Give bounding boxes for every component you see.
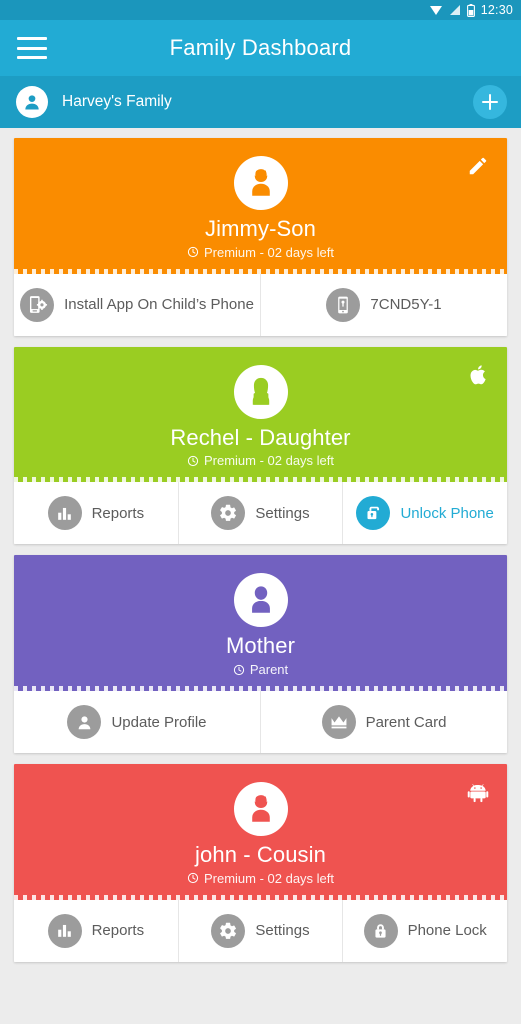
person-icon — [78, 715, 91, 729]
member-name: Jimmy-Son — [205, 216, 316, 241]
status-time: 12:30 — [480, 3, 513, 17]
gear-icon — [220, 922, 237, 939]
avatar — [233, 573, 288, 628]
gear-icon — [220, 505, 237, 522]
person-icon — [67, 705, 102, 740]
family-bar: Harvey's Family — [0, 76, 521, 128]
signal-icon — [449, 5, 460, 15]
action-label: Unlock Phone — [400, 504, 494, 522]
boy-avatar-icon — [251, 795, 270, 822]
member-name: Rechel - Daughter — [170, 424, 351, 450]
gear-icon — [211, 496, 246, 531]
action-button[interactable]: Parent Card — [261, 691, 507, 753]
edit-pencil-icon[interactable] — [465, 152, 491, 180]
status-badge: Premium - 02 days left — [187, 871, 334, 886]
apple-logo-icon — [470, 365, 486, 385]
android-robot-icon — [467, 784, 489, 803]
bar-chart-icon — [47, 913, 82, 948]
action-label: 7CND5Y-1 — [370, 296, 442, 314]
boy-avatar-icon — [251, 169, 270, 196]
clock-icon — [187, 873, 199, 884]
member-name: john - Cousin — [195, 842, 326, 868]
battery-icon — [466, 3, 475, 17]
bar-chart-icon — [58, 925, 71, 938]
page-title: Family Dashboard — [169, 35, 352, 60]
member-card-header: Jimmy-Son Premium - 02 days left — [14, 138, 507, 274]
phone-setup-icon — [29, 296, 47, 314]
action-label: Settings — [255, 504, 310, 522]
action-button[interactable]: Settings — [179, 482, 344, 545]
status-text: Premium - 02 days left — [203, 453, 335, 469]
action-label: Reports — [91, 922, 145, 940]
member-card[interactable]: Rechel - Daughter Premium - 02 days left… — [14, 346, 507, 545]
phone-setup-icon — [20, 287, 55, 322]
member-card-actions: Install App On Child’s Phone 7CND5Y-1 — [14, 273, 507, 336]
avatar — [233, 364, 288, 419]
status-text: Parent — [249, 662, 289, 678]
action-label: Install App On Child’s Phone — [64, 296, 254, 314]
member-card[interactable]: john - Cousin Premium - 02 days left Rep… — [14, 764, 507, 962]
member-card-actions: Update Profile Parent Card — [14, 691, 507, 754]
family-name: Harvey's Family — [62, 93, 172, 110]
action-button[interactable]: 7CND5Y-1 — [261, 274, 507, 336]
member-card[interactable]: Mother Parent Update Profile Parent Card — [14, 555, 507, 754]
clock-icon — [187, 247, 199, 258]
bar-chart-icon — [47, 496, 82, 531]
android-robot-icon — [465, 778, 491, 806]
action-label: Settings — [255, 922, 310, 940]
member-card-header: Rechel - Daughter Premium - 02 days left — [14, 346, 507, 483]
action-button[interactable]: Reports — [14, 899, 179, 962]
avatar — [233, 782, 288, 837]
action-button[interactable]: Update Profile — [14, 691, 261, 754]
action-button[interactable]: Install App On Child’s Phone — [14, 273, 261, 336]
add-member-button[interactable] — [473, 85, 507, 119]
action-label: Reports — [91, 504, 145, 522]
person-avatar-icon — [16, 86, 48, 118]
status-bar: 12:30 — [0, 0, 521, 20]
action-button[interactable]: Reports — [14, 482, 179, 545]
status-badge: Premium - 02 days left — [187, 245, 334, 260]
status-text: Premium - 02 days left — [203, 870, 335, 886]
device-id-icon — [338, 296, 349, 314]
action-label: Phone Lock — [407, 922, 487, 940]
status-text: Premium - 02 days left — [203, 244, 335, 260]
member-name: Mother — [225, 633, 296, 659]
unlock-padlock-icon — [356, 496, 391, 531]
status-badge: Premium - 02 days left — [187, 453, 334, 468]
action-label: Parent Card — [365, 713, 447, 731]
locked-padlock-icon — [363, 913, 398, 948]
status-badge: Parent — [233, 662, 288, 677]
hamburger-menu-icon[interactable] — [17, 37, 47, 59]
action-button[interactable]: Unlock Phone — [343, 482, 507, 544]
edit-pencil-icon — [469, 157, 487, 175]
unlock-padlock-icon — [367, 507, 380, 520]
member-card[interactable]: Jimmy-Son Premium - 02 days left Install… — [14, 138, 507, 336]
clock-icon — [187, 455, 199, 466]
action-button[interactable]: Phone Lock — [343, 900, 507, 962]
bar-chart-icon — [58, 507, 71, 520]
action-button[interactable]: Settings — [179, 899, 344, 962]
member-card-header: Mother Parent — [14, 555, 507, 692]
girl-avatar-icon — [252, 377, 269, 405]
gear-icon — [211, 913, 246, 948]
woman-avatar-icon — [251, 586, 270, 614]
app-toolbar: Family Dashboard — [0, 20, 521, 76]
avatar — [233, 156, 288, 210]
wifi-icon — [429, 6, 442, 15]
action-label: Update Profile — [111, 713, 207, 731]
device-id-icon — [326, 287, 361, 322]
locked-padlock-icon — [375, 923, 386, 938]
cards-scroll-area[interactable]: Jimmy-Son Premium - 02 days left Install… — [0, 128, 521, 1024]
crown-icon — [331, 715, 347, 728]
crown-icon — [321, 705, 356, 740]
member-card-actions: Reports Settings Phone Lock — [14, 899, 507, 962]
apple-logo-icon — [465, 361, 491, 389]
clock-icon — [233, 664, 244, 675]
member-card-header: john - Cousin Premium - 02 days left — [14, 764, 507, 900]
member-card-actions: Reports Settings Unlock Phone — [14, 482, 507, 545]
